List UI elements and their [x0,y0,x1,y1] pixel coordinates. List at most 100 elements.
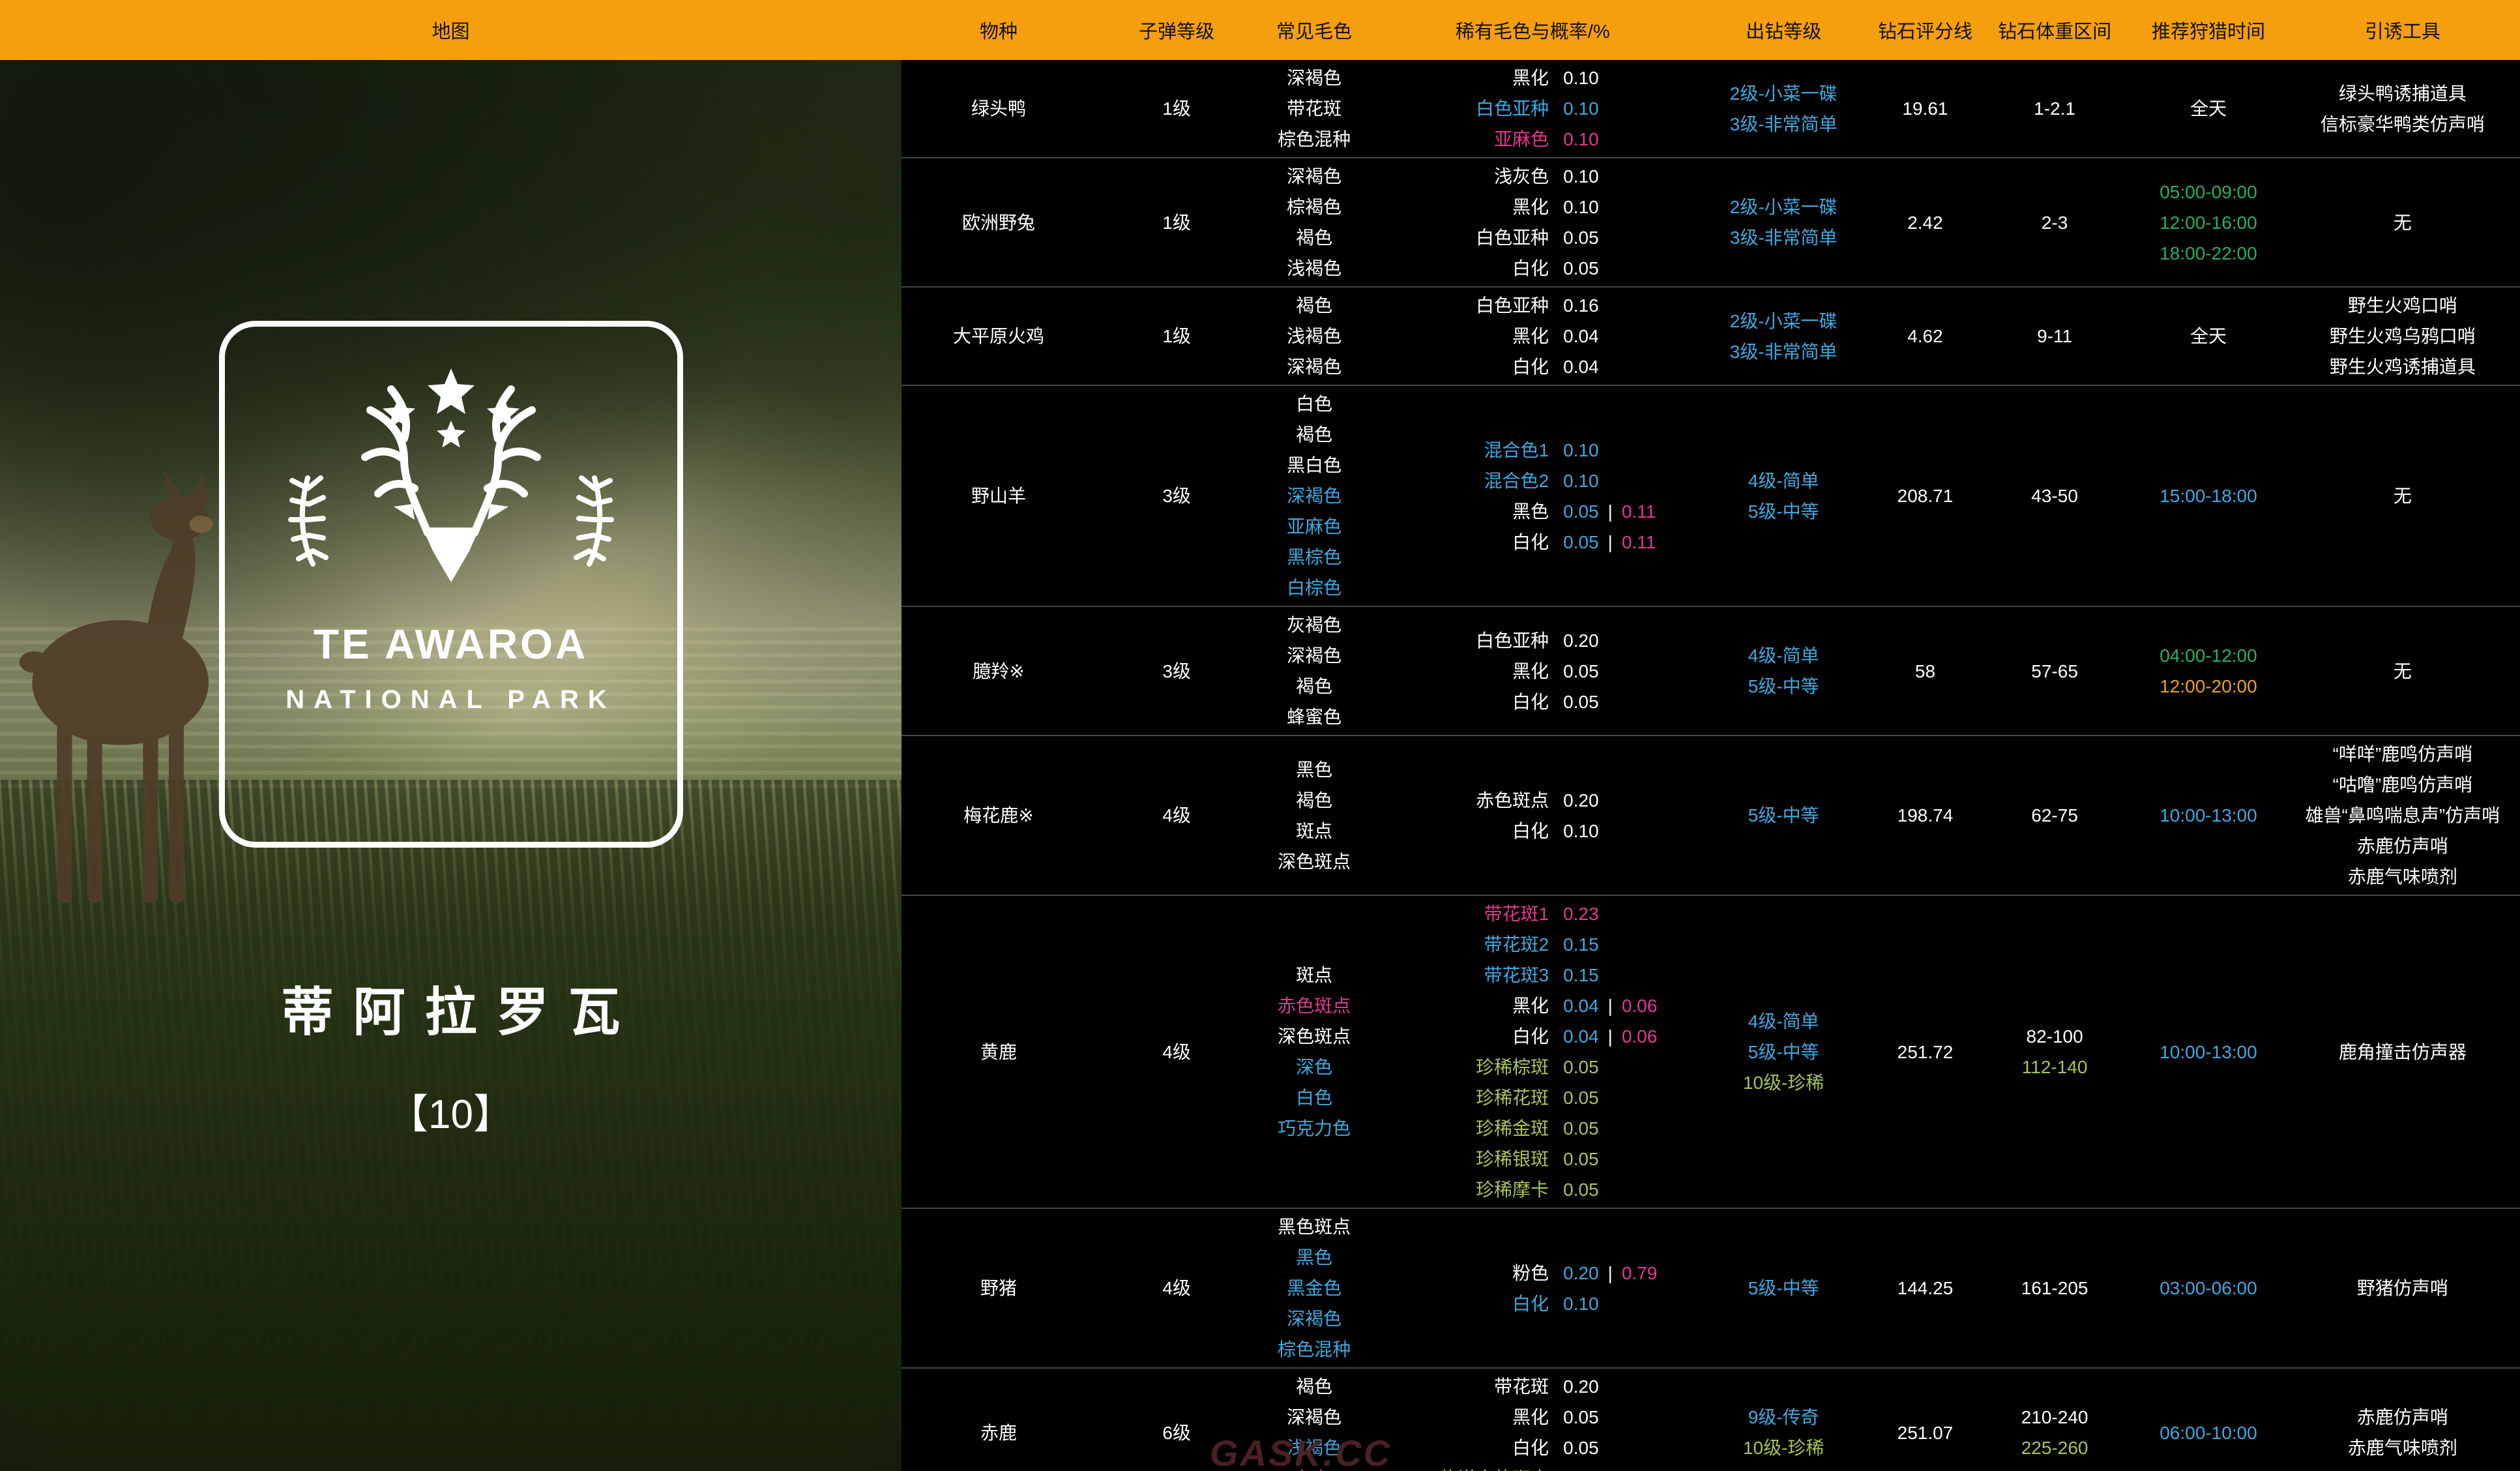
lure-tools-cell: 无 [2285,656,2520,687]
text-line: 亚麻色 [1287,511,1341,542]
text-line: 0.10 [1563,124,1599,155]
rare-color-probability: 0.20 [1563,1371,1599,1402]
text-line: 0.04 [1563,321,1599,351]
rare-color-probability: 0.10 [1563,161,1599,192]
rare-color-probability: 0.05 [1563,656,1599,687]
rare-color-line: 传说中的斑点0.05 [1371,1463,1695,1471]
animal-table: 绿头鸭1级深褐色带花斑棕色混种黑化0.10白色亚种0.10亚麻色0.102级-小… [901,60,2520,1471]
rare-color-name: 浅灰色 [1371,161,1549,192]
text-line: 208.71 [1897,481,1954,511]
rare-color-line: 白色亚种0.16 [1371,290,1695,321]
rare-color-probability: 0.05 [1563,253,1599,284]
rare-color-line: 白化0.05 [1371,687,1695,717]
text-line: 褐色 [1296,785,1332,816]
text-line: 9-11 [2037,321,2072,351]
rare-color-name: 白色亚种 [1371,93,1549,124]
species-cell: 梅花鹿※ [901,800,1096,831]
text-line: 蜂蜜色 [1287,702,1341,732]
text-line: 0.05 [1563,1463,1599,1471]
text-line: | [1608,496,1613,527]
text-line: 褐色 [1296,419,1332,450]
text-line: 巧克力色 [1278,1113,1351,1144]
text-line: 06:00-10:00 [2160,1418,2257,1448]
text-line: 19.61 [1902,93,1948,124]
table-row: 野猪4级黑色斑点黑色黑金色深褐色棕色混种粉色0.20|0.79白化0.105级-… [901,1209,2520,1369]
text-line: 浅褐色 [1287,321,1341,351]
text-line: 3级-非常简单 [1730,336,1838,367]
map-title: 蒂阿拉罗瓦 [0,970,901,1046]
text-line: 0.05 [1563,1144,1599,1174]
text-line: 野猪 [980,1273,1017,1303]
text-line: 0.05 [1563,687,1599,717]
rare-color-probability: 0.15 [1563,960,1599,990]
text-line: 0.20 [1563,1371,1599,1402]
text-line: 赤鹿 [980,1418,1017,1448]
common-colors-cell: 深褐色棕褐色褐色浅褐色 [1257,161,1371,284]
rare-color-probability: 0.04|0.06 [1563,1021,1657,1052]
diamond-score-cell: 144.25 [1873,1273,1978,1303]
text-line: 0.05 [1563,1052,1599,1082]
diamond-weight-cell: 210-240225-260 [1978,1402,2132,1463]
rare-colors-cell: 浅灰色0.10黑化0.10白色亚种0.05白化0.05 [1371,161,1695,284]
common-colors-cell: 黑色褐色斑点深色斑点 [1257,754,1371,877]
text-line: 62-75 [2031,800,2078,831]
text-line: 3级 [1162,656,1191,687]
rare-color-name: 混合色2 [1371,466,1549,496]
rare-color-name: 黑化 [1371,990,1549,1021]
text-line: 深褐色 [1287,1402,1341,1433]
text-line: | [1608,990,1613,1021]
column-header-2: 常见毛色 [1257,16,1371,44]
rare-color-probability: 0.15 [1563,929,1599,960]
text-line: | [1608,527,1613,557]
rare-colors-cell: 混合色10.10混合色20.10黑色0.05|0.11白化0.05|0.11 [1371,435,1695,557]
rare-color-name: 亚麻色 [1371,124,1549,155]
rare-color-line: 白色亚种0.20 [1371,625,1695,656]
rare-color-name: 带花斑 [1371,1371,1549,1402]
diamond-level-cell: 2级-小菜一碟3级-非常简单 [1695,306,1873,367]
text-line: “咩咩”鹿鸣仿声哨 [2333,739,2473,769]
text-line: 深褐色 [1287,63,1341,93]
species-cell: 绿头鸭 [901,93,1096,124]
bullet-level-cell: 4级 [1096,1273,1257,1303]
rare-colors-cell: 赤色斑点0.20白化0.10 [1371,785,1695,846]
text-line: 0.05 [1563,253,1599,284]
text-line: 深褐色 [1287,351,1341,382]
diamond-weight-cell: 57-65 [1978,656,2132,687]
text-line: 0.10 [1563,1288,1599,1319]
text-line: 0.05 [1563,1402,1599,1433]
text-line: 4级-简单 [1748,466,1819,496]
rare-color-line: 珍稀银斑 0.05 [1371,1144,1695,1174]
screen: 地图 物种子弹等级常见毛色稀有毛色与概率/%出钻等级钻石评分线钻石体重区间推荐狩… [0,0,2520,1471]
rare-color-line: 白化0.04 [1371,351,1695,382]
rare-color-name: 珍稀银斑 [1371,1144,1549,1174]
text-line: 鹿角撞击仿声器 [2339,1037,2467,1067]
text-line: 15:00-18:00 [2160,481,2257,511]
text-line: 棕色混种 [1278,124,1351,155]
rare-color-line: 白色亚种 0.10 [1371,93,1695,124]
text-line: 0.16 [1563,290,1599,321]
text-line: 赤鹿仿声哨 [2357,831,2448,861]
common-colors-cell: 白色褐色黑白色深褐色亚麻色黑棕色白棕色 [1257,389,1371,603]
rare-color-probability: 0.10 [1563,93,1599,124]
text-line: 4级-简单 [1748,640,1819,671]
table-row: 欧洲野兔1级深褐色棕褐色褐色浅褐色浅灰色0.10黑化0.10白色亚种0.05白化… [901,158,2520,288]
diamond-weight-cell: 62-75 [1978,800,2132,831]
rare-color-line: 珍稀金斑0.05 [1371,1113,1695,1144]
text-line: | [1608,1021,1613,1052]
diamond-level-cell: 9级-传奇10级-珍稀 [1695,1402,1873,1463]
text-line: 野生火鸡诱捕道具 [2330,351,2476,382]
bullet-level-cell: 1级 [1096,207,1257,238]
text-line: 5级-中等 [1748,496,1819,527]
park-logo: TE AWAROA NATIONAL PARK [219,321,683,848]
rare-color-probability: 0.05 [1563,1174,1599,1205]
text-line: 10:00-13:00 [2160,800,2257,831]
text-line: 0.15 [1563,960,1599,990]
table-row: 黄鹿4级斑点赤色斑点深色斑点深色白色巧克力色带花斑10.23带花斑20.15带花… [901,896,2520,1209]
rare-color-probability: 0.04|0.06 [1563,990,1657,1021]
rare-color-line: 白化0.10 [1371,816,1695,846]
text-line: 05:00-09:00 [2160,177,2257,207]
text-line: 03:00-06:00 [2160,1273,2257,1303]
text-line: 0.06 [1622,1021,1658,1052]
diamond-level-cell: 2级-小菜一碟3级-非常简单 [1695,78,1873,140]
text-line: 深褐色 [1287,640,1341,671]
